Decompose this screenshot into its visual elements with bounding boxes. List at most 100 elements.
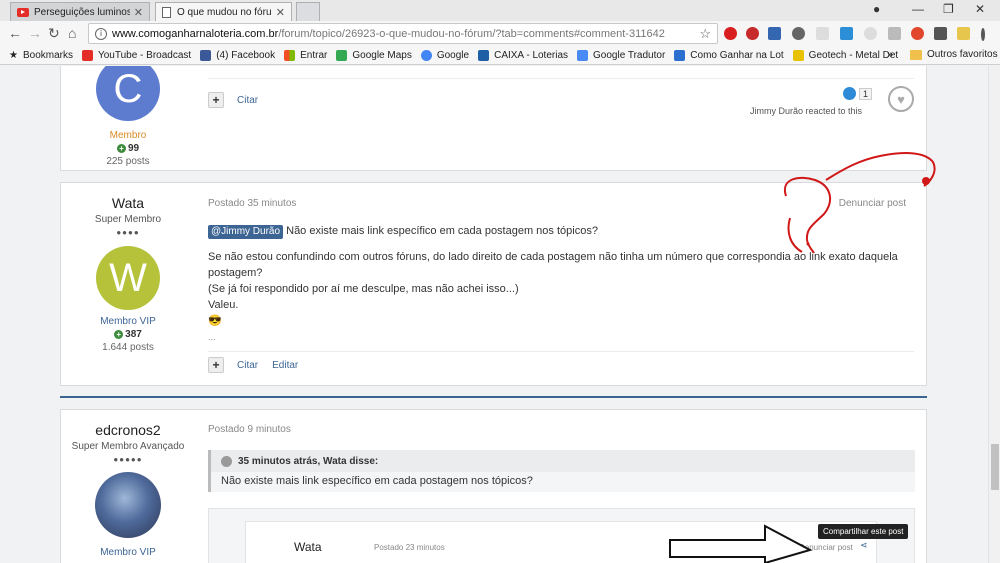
bookmark-item[interactable]: ★ Bookmarks — [9, 50, 73, 61]
reputation: +99 — [61, 143, 195, 154]
avatar[interactable]: W — [96, 246, 160, 310]
post-date[interactable]: Postado 9 minutos — [208, 424, 291, 435]
geotech-icon — [792, 49, 804, 61]
share-icon[interactable]: ⋖ — [860, 540, 868, 551]
bookmark-label: Google Maps — [352, 49, 412, 61]
post-actions: + Citar — [208, 92, 272, 108]
embedded-date: Postado 23 minutos — [374, 543, 445, 552]
tab-perseguicoes[interactable]: Perseguições luminosas ✕ — [10, 2, 150, 21]
divider — [208, 78, 914, 79]
extension-icon[interactable] — [957, 27, 970, 40]
translate-icon — [577, 49, 589, 61]
bookmark-item[interactable]: (4) Facebook — [200, 49, 275, 61]
bookmark-label: Entrar — [300, 49, 328, 61]
google-icon — [420, 49, 432, 61]
other-bookmarks[interactable]: Outros favoritos — [910, 49, 998, 60]
plus-icon: + — [116, 144, 126, 153]
avatar-letter: W — [109, 255, 147, 300]
avatar[interactable] — [95, 472, 161, 538]
user-group: Membro VIP — [100, 547, 156, 558]
facebook-icon — [200, 49, 212, 61]
bookmark-label: CAIXA - Loterias — [494, 49, 569, 61]
bookmark-item[interactable]: Geotech - Metal Det — [792, 49, 899, 61]
restore-icon[interactable]: ❐ — [943, 2, 954, 16]
text-line: Não existe mais link específico em cada … — [286, 225, 598, 237]
extension-icon[interactable] — [816, 27, 829, 40]
bookmark-star-icon[interactable]: ☆ — [699, 26, 711, 42]
post-date[interactable]: Postado 35 minutos — [208, 198, 296, 209]
adblock-icon[interactable] — [746, 27, 759, 40]
edit-button[interactable]: Editar — [272, 360, 298, 371]
post-author: Wata Super Membro ●●●● W Membro VIP +387… — [61, 183, 195, 353]
post-author: C Membro +99 225 posts — [61, 66, 195, 167]
opera-icon[interactable] — [724, 27, 737, 40]
page-scrollbar[interactable] — [988, 66, 1000, 563]
microsoft-icon — [284, 49, 296, 61]
extension-icon[interactable] — [864, 27, 877, 40]
reputation-value: 99 — [127, 143, 140, 154]
bookmark-label: Geotech - Metal Det — [808, 49, 899, 61]
close-icon[interactable]: ✕ — [276, 6, 285, 19]
report-post-link[interactable]: Denunciar post — [839, 198, 906, 209]
embedded-screenshot: Wata Postado 23 minutos Denunciar post ⋖… — [208, 508, 915, 563]
embedded-post: Wata Postado 23 minutos Denunciar post ⋖ — [245, 521, 877, 563]
bookmark-item[interactable]: CAIXA - Loterias — [478, 49, 569, 61]
close-window-icon[interactable]: ✕ — [975, 2, 985, 16]
reputation: +387 — [61, 329, 195, 340]
bookmark-item[interactable]: Entrar — [284, 49, 328, 61]
minimize-icon[interactable]: — — [912, 2, 924, 16]
translate-ext-icon[interactable] — [768, 27, 781, 40]
user-mention[interactable]: @Jimmy Durão — [208, 225, 284, 239]
bookmark-label: Como Ganhar na Lot — [690, 49, 784, 61]
bookmark-item[interactable]: Como Ganhar na Lot — [674, 49, 784, 61]
scrollbar-thumb[interactable] — [991, 444, 999, 490]
back-icon[interactable]: ← — [8, 25, 22, 41]
react-heart-icon[interactable]: ♥ — [888, 86, 914, 112]
info-icon[interactable]: i — [95, 27, 107, 40]
tab-o-que-mudou[interactable]: O que mudou no fórum ✕ — [155, 2, 292, 21]
home-icon[interactable]: ⌂ — [68, 25, 76, 41]
quote-text: Não existe mais link específico em cada … — [221, 475, 533, 487]
post-count: 225 posts — [106, 156, 150, 167]
bookmark-item[interactable]: YouTube - Broadcast — [81, 49, 191, 61]
bookmark-item[interactable]: Google Tradutor — [577, 49, 665, 61]
bookmark-label: Google — [436, 49, 470, 61]
address-bar[interactable]: i www.comoganharnaloteria.com.br/forum/t… — [88, 23, 718, 44]
multiquote-button[interactable]: + — [208, 92, 224, 108]
post-content: @Jimmy Durão Não existe mais link especí… — [208, 223, 928, 345]
quote-button[interactable]: Citar — [237, 360, 258, 371]
multiquote-button[interactable]: + — [208, 357, 224, 373]
document-icon — [162, 6, 171, 18]
reaction-summary: 1 — [842, 87, 872, 100]
new-tab-button[interactable] — [296, 2, 320, 21]
extension-icon[interactable] — [911, 27, 924, 40]
bookmark-item[interactable]: Google — [420, 49, 470, 61]
quote-icon — [221, 455, 232, 467]
extension-icon[interactable] — [792, 27, 805, 40]
profile-icon[interactable]: ● — [873, 2, 880, 16]
reputation-value: 387 — [125, 329, 142, 340]
author-name[interactable]: Wata — [61, 195, 195, 211]
close-icon[interactable]: ✕ — [134, 6, 143, 19]
forward-icon[interactable]: → — [28, 25, 42, 41]
like-icon — [842, 87, 856, 100]
maps-icon — [336, 49, 348, 61]
avatar[interactable]: C — [96, 66, 160, 121]
bookmarks-overflow-button[interactable]: » — [887, 49, 893, 61]
menu-icon[interactable] — [981, 28, 985, 41]
bookmark-item[interactable]: Google Maps — [336, 49, 412, 61]
rank-pips: ●●●● — [116, 228, 140, 237]
extension-icon[interactable] — [888, 27, 901, 40]
embedded-report: Denunciar post — [799, 543, 853, 552]
other-bookmarks-label: Outros favoritos — [927, 49, 998, 60]
reload-icon[interactable]: ↻ — [48, 25, 60, 42]
rank-pips: ●●●●● — [113, 455, 143, 464]
extension-icon[interactable] — [934, 27, 947, 40]
author-name[interactable]: edcronos2 — [61, 422, 195, 438]
post-author: edcronos2 Super Membro Avançado ●●●●● Me… — [61, 410, 195, 558]
quote-button[interactable]: Citar — [237, 95, 258, 106]
ellipsis: ... — [208, 332, 216, 342]
extension-icon[interactable] — [840, 27, 853, 40]
user-title: Super Membro — [94, 214, 162, 225]
url-path: /forum/topico/26923-o-que-mudou-no-fórum… — [278, 27, 665, 40]
